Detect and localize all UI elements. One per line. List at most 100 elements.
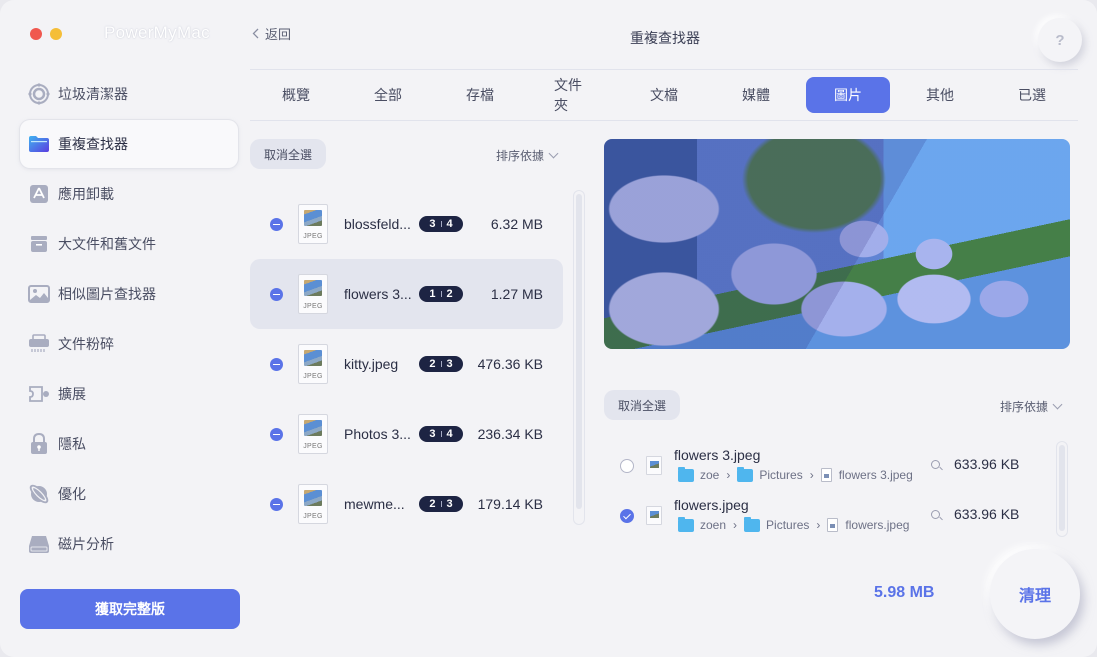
image-preview — [604, 139, 1070, 349]
badge-separator — [440, 221, 442, 227]
path-segment: flowers 3.jpeg — [838, 468, 913, 482]
tab-documents[interactable]: 文檔 — [618, 78, 710, 112]
duplicate-group-row[interactable]: JPEG kitty.jpeg 23 476.36 KB — [250, 329, 563, 399]
count-badge: 34 — [419, 426, 463, 442]
folder-icon — [744, 516, 761, 532]
deselect-all-button[interactable]: 取消全選 — [250, 139, 327, 169]
sidebar-item-similar-image-finder[interactable]: 相似圖片查找器 — [20, 270, 238, 318]
file-list-scrollbar[interactable] — [1056, 441, 1068, 537]
tab-label: 媒體 — [742, 87, 770, 103]
tab-media[interactable]: 媒體 — [710, 78, 802, 112]
file-row[interactable]: flowers 3.jpeg zoe › Pictures › flowers … — [604, 441, 1052, 489]
sidebar: 垃圾清潔器 重複查找器 應用卸載 大文件和舊文件 相似圖片查找器 文件粉碎 擴展… — [0, 0, 248, 657]
count-badge: 12 — [419, 286, 463, 302]
tab-label: 存檔 — [466, 87, 494, 103]
file-type-label: JPEG — [303, 513, 323, 520]
shredder-icon — [28, 333, 50, 355]
selected-count: 2 — [429, 358, 436, 370]
tab-label: 文件夾 — [554, 77, 582, 113]
duplicate-group-row[interactable]: JPEG blossfeld... 34 6.32 MB — [250, 189, 563, 259]
selected-count: 2 — [429, 498, 436, 510]
sidebar-item-label: 磁片分析 — [58, 536, 114, 552]
badge-separator — [440, 501, 442, 507]
get-full-version-button[interactable]: 獲取完整版 — [20, 589, 240, 629]
tab-overview[interactable]: 概覽 — [250, 78, 342, 112]
file-size: 1.27 MB — [490, 286, 543, 302]
sidebar-item-label: 優化 — [58, 486, 86, 502]
total-count: 4 — [446, 428, 453, 440]
duplicate-group-row[interactable]: JPEG flowers 3... 12 1.27 MB — [250, 259, 563, 329]
disk-icon — [28, 533, 50, 555]
help-button[interactable]: ? — [1038, 18, 1082, 62]
tabs-divider — [250, 120, 1078, 121]
partial-select-checkbox[interactable] — [270, 357, 283, 371]
tab-images[interactable]: 圖片 — [802, 77, 894, 113]
sidebar-item-junk-cleaner[interactable]: 垃圾清潔器 — [20, 70, 238, 118]
image-file-icon — [820, 468, 832, 482]
folder-icon — [28, 133, 50, 155]
file-checkbox[interactable] — [620, 459, 634, 473]
tab-folders[interactable]: 文件夾 — [526, 77, 618, 113]
back-label: 返回 — [265, 27, 292, 42]
file-path: zoen › Pictures › flowers.jpeg — [678, 516, 909, 532]
file-row[interactable]: flowers.jpeg zoen › Pictures › flowers.j… — [604, 491, 1052, 539]
file-type-label: JPEG — [303, 443, 323, 450]
folder-icon — [678, 516, 694, 532]
path-segment: Pictures — [766, 518, 810, 532]
page-title: 重複查找器 — [630, 30, 700, 46]
duplicate-group-row[interactable]: JPEG Photos 3... 34 236.34 KB — [250, 399, 563, 469]
partial-select-checkbox[interactable] — [270, 287, 283, 301]
tab-all[interactable]: 全部 — [342, 78, 434, 112]
sidebar-item-disk-analyzer[interactable]: 磁片分析 — [20, 520, 238, 568]
sidebar-item-optimize[interactable]: 優化 — [20, 470, 238, 518]
badge-separator — [440, 361, 442, 367]
back-button[interactable]: 返回 — [252, 24, 291, 43]
partial-select-checkbox[interactable] — [270, 497, 283, 511]
sort-files-dropdown[interactable]: 排序依據 — [1000, 398, 1063, 415]
tab-label: 概覽 — [282, 87, 310, 103]
clean-button[interactable]: 清理 — [990, 549, 1080, 639]
path-segment: Pictures — [759, 468, 803, 482]
sort-label: 排序依據 — [496, 149, 545, 163]
chevron-left-icon — [252, 28, 259, 39]
folder-icon — [678, 466, 694, 482]
sidebar-item-label: 隱私 — [58, 436, 86, 452]
tab-label: 其他 — [926, 87, 954, 103]
sort-by-dropdown[interactable]: 排序依據 — [496, 147, 559, 164]
total-count: 4 — [446, 218, 453, 230]
file-size: 236.34 KB — [477, 426, 543, 442]
tab-label: 已選 — [1018, 87, 1046, 103]
file-checkbox[interactable] — [620, 509, 634, 523]
count-badge: 23 — [419, 356, 463, 372]
jpeg-file-icon: JPEG — [298, 204, 328, 244]
sidebar-item-duplicate-finder[interactable]: 重複查找器 — [20, 120, 238, 168]
total-count: 3 — [446, 358, 453, 370]
tab-other[interactable]: 其他 — [894, 78, 986, 112]
path-separator: › — [816, 518, 821, 532]
app-uninstaller-icon — [28, 183, 50, 205]
partial-select-checkbox[interactable] — [270, 427, 283, 441]
sidebar-item-file-shredder[interactable]: 文件粉碎 — [20, 320, 238, 368]
count-badge: 23 — [419, 496, 463, 512]
tab-label: 全部 — [374, 87, 402, 103]
scrollbar-thumb[interactable] — [1059, 445, 1065, 531]
reveal-in-finder-icon[interactable] — [931, 460, 940, 469]
duplicate-group-row[interactable]: JPEG mewme... 23 179.14 KB — [250, 469, 563, 539]
file-name: kitty.jpeg — [344, 356, 399, 372]
sidebar-item-label: 相似圖片查找器 — [58, 286, 156, 302]
sidebar-item-app-uninstaller[interactable]: 應用卸載 — [20, 170, 238, 218]
tab-selected[interactable]: 已選 — [986, 78, 1078, 112]
scrollbar-thumb[interactable] — [576, 194, 582, 509]
group-list-scrollbar[interactable] — [573, 190, 585, 525]
tab-label: 圖片 — [806, 77, 890, 113]
deselect-all-files-button[interactable]: 取消全選 — [604, 390, 681, 420]
selected-count: 3 — [429, 218, 436, 230]
sidebar-item-privacy[interactable]: 隱私 — [20, 420, 238, 468]
reveal-in-finder-icon[interactable] — [931, 510, 940, 519]
tab-archives[interactable]: 存檔 — [434, 78, 526, 112]
count-badge: 34 — [419, 216, 463, 232]
partial-select-checkbox[interactable] — [270, 217, 283, 231]
badge-separator — [440, 431, 442, 437]
sidebar-item-extensions[interactable]: 擴展 — [20, 370, 238, 418]
sidebar-item-large-old-files[interactable]: 大文件和舊文件 — [20, 220, 238, 268]
